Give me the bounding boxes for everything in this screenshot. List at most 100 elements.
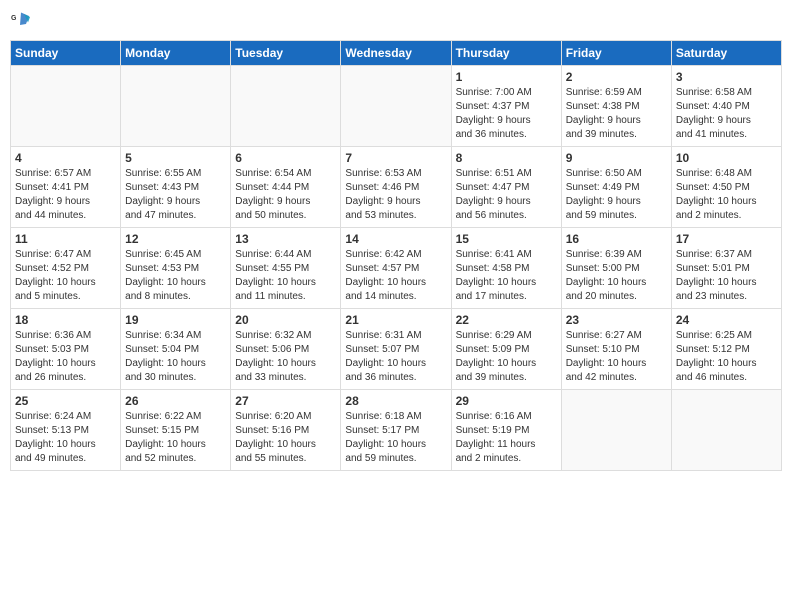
day-info: Sunrise: 6:20 AM Sunset: 5:16 PM Dayligh…	[235, 410, 336, 466]
day-info: Sunrise: 6:51 AM Sunset: 4:47 PM Dayligh…	[456, 167, 557, 223]
calendar-week-5: 25 Sunrise: 6:24 AM Sunset: 5:13 PM Dayli…	[11, 390, 782, 471]
day-number: 27	[235, 394, 336, 408]
day-number: 10	[676, 151, 777, 165]
calendar-cell: 5 Sunrise: 6:55 AM Sunset: 4:43 PM Daylig…	[121, 147, 231, 228]
calendar-cell: 16 Sunrise: 6:39 AM Sunset: 5:00 PM Dayli…	[561, 228, 671, 309]
calendar-cell: 24 Sunrise: 6:25 AM Sunset: 5:12 PM Dayli…	[671, 309, 781, 390]
calendar-cell: 18Sunrise: 6:36 AM Sunset: 5:03 PM Dayli…	[11, 309, 121, 390]
calendar-cell: 9 Sunrise: 6:50 AM Sunset: 4:49 PM Daylig…	[561, 147, 671, 228]
day-number: 15	[456, 232, 557, 246]
calendar-cell: 2Sunrise: 6:59 AM Sunset: 4:38 PM Daylig…	[561, 66, 671, 147]
day-number: 9	[566, 151, 667, 165]
day-header-monday: Monday	[121, 41, 231, 66]
calendar-week-1: 1 Sunrise: 7:00 AM Sunset: 4:37 PM Daylig…	[11, 66, 782, 147]
calendar-cell: 23 Sunrise: 6:27 AM Sunset: 5:10 PM Dayli…	[561, 309, 671, 390]
day-number: 18	[15, 313, 116, 327]
day-info: Sunrise: 6:55 AM Sunset: 4:43 PM Dayligh…	[125, 167, 226, 223]
calendar-cell: 7Sunrise: 6:53 AM Sunset: 4:46 PM Daylig…	[341, 147, 451, 228]
day-number: 26	[125, 394, 226, 408]
day-info: Sunrise: 6:31 AM Sunset: 5:07 PM Dayligh…	[345, 329, 446, 385]
day-info: Sunrise: 6:48 AM Sunset: 4:50 PM Dayligh…	[676, 167, 777, 223]
day-info: Sunrise: 6:25 AM Sunset: 5:12 PM Dayligh…	[676, 329, 777, 385]
day-number: 8	[456, 151, 557, 165]
day-info: Sunrise: 6:57 AM Sunset: 4:41 PM Dayligh…	[15, 167, 116, 223]
calendar-cell: 14Sunrise: 6:42 AM Sunset: 4:57 PM Dayli…	[341, 228, 451, 309]
day-number: 4	[15, 151, 116, 165]
calendar-cell: 28Sunrise: 6:18 AM Sunset: 5:17 PM Dayli…	[341, 390, 451, 471]
calendar-cell	[561, 390, 671, 471]
calendar-cell: 1 Sunrise: 7:00 AM Sunset: 4:37 PM Daylig…	[451, 66, 561, 147]
calendar-cell: 3 Sunrise: 6:58 AM Sunset: 4:40 PM Daylig…	[671, 66, 781, 147]
day-number: 17	[676, 232, 777, 246]
day-info: Sunrise: 6:22 AM Sunset: 5:15 PM Dayligh…	[125, 410, 226, 466]
day-number: 12	[125, 232, 226, 246]
calendar-cell: 22Sunrise: 6:29 AM Sunset: 5:09 PM Dayli…	[451, 309, 561, 390]
svg-text:G: G	[11, 15, 17, 22]
calendar-cell: 10 Sunrise: 6:48 AM Sunset: 4:50 PM Dayli…	[671, 147, 781, 228]
day-number: 1	[456, 70, 557, 84]
calendar-cell: 8 Sunrise: 6:51 AM Sunset: 4:47 PM Daylig…	[451, 147, 561, 228]
calendar-cell: 27 Sunrise: 6:20 AM Sunset: 5:16 PM Dayli…	[231, 390, 341, 471]
calendar-week-4: 18Sunrise: 6:36 AM Sunset: 5:03 PM Dayli…	[11, 309, 782, 390]
calendar-cell	[671, 390, 781, 471]
day-info: Sunrise: 6:54 AM Sunset: 4:44 PM Dayligh…	[235, 167, 336, 223]
calendar-cell: 29 Sunrise: 6:16 AM Sunset: 5:19 PM Dayli…	[451, 390, 561, 471]
calendar-cell	[121, 66, 231, 147]
day-number: 3	[676, 70, 777, 84]
day-info: Sunrise: 6:47 AM Sunset: 4:52 PM Dayligh…	[15, 248, 116, 304]
day-info: Sunrise: 6:59 AM Sunset: 4:38 PM Dayligh…	[566, 86, 667, 142]
day-info: Sunrise: 6:29 AM Sunset: 5:09 PM Dayligh…	[456, 329, 557, 385]
day-number: 19	[125, 313, 226, 327]
calendar-cell: 11 Sunrise: 6:47 AM Sunset: 4:52 PM Dayli…	[11, 228, 121, 309]
logo: G	[10, 10, 32, 30]
day-number: 5	[125, 151, 226, 165]
day-number: 11	[15, 232, 116, 246]
day-info: Sunrise: 6:50 AM Sunset: 4:49 PM Dayligh…	[566, 167, 667, 223]
day-info: Sunrise: 6:24 AM Sunset: 5:13 PM Dayligh…	[15, 410, 116, 466]
day-number: 24	[676, 313, 777, 327]
day-number: 20	[235, 313, 336, 327]
day-number: 29	[456, 394, 557, 408]
day-header-saturday: Saturday	[671, 41, 781, 66]
calendar-cell: 26 Sunrise: 6:22 AM Sunset: 5:15 PM Dayli…	[121, 390, 231, 471]
calendar-cell	[11, 66, 121, 147]
day-number: 23	[566, 313, 667, 327]
calendar-cell: 19Sunrise: 6:34 AM Sunset: 5:04 PM Dayli…	[121, 309, 231, 390]
calendar-cell	[341, 66, 451, 147]
logo-icon: G	[10, 10, 30, 30]
day-number: 21	[345, 313, 446, 327]
calendar-week-3: 11 Sunrise: 6:47 AM Sunset: 4:52 PM Dayli…	[11, 228, 782, 309]
calendar-cell: 20 Sunrise: 6:32 AM Sunset: 5:06 PM Dayli…	[231, 309, 341, 390]
day-info: Sunrise: 6:39 AM Sunset: 5:00 PM Dayligh…	[566, 248, 667, 304]
day-info: Sunrise: 6:58 AM Sunset: 4:40 PM Dayligh…	[676, 86, 777, 142]
calendar-table: SundayMondayTuesdayWednesdayThursdayFrid…	[10, 40, 782, 471]
day-number: 16	[566, 232, 667, 246]
calendar-cell: 12 Sunrise: 6:45 AM Sunset: 4:53 PM Dayli…	[121, 228, 231, 309]
calendar-cell: 25 Sunrise: 6:24 AM Sunset: 5:13 PM Dayli…	[11, 390, 121, 471]
day-header-tuesday: Tuesday	[231, 41, 341, 66]
calendar-cell: 15 Sunrise: 6:41 AM Sunset: 4:58 PM Dayli…	[451, 228, 561, 309]
day-number: 7	[345, 151, 446, 165]
day-info: Sunrise: 6:37 AM Sunset: 5:01 PM Dayligh…	[676, 248, 777, 304]
calendar-cell: 6 Sunrise: 6:54 AM Sunset: 4:44 PM Daylig…	[231, 147, 341, 228]
day-info: Sunrise: 6:16 AM Sunset: 5:19 PM Dayligh…	[456, 410, 557, 466]
day-info: Sunrise: 6:27 AM Sunset: 5:10 PM Dayligh…	[566, 329, 667, 385]
calendar-header-row: SundayMondayTuesdayWednesdayThursdayFrid…	[11, 41, 782, 66]
day-number: 25	[15, 394, 116, 408]
calendar-cell: 21 Sunrise: 6:31 AM Sunset: 5:07 PM Dayli…	[341, 309, 451, 390]
day-info: Sunrise: 6:18 AM Sunset: 5:17 PM Dayligh…	[345, 410, 446, 466]
day-info: Sunrise: 6:45 AM Sunset: 4:53 PM Dayligh…	[125, 248, 226, 304]
calendar-week-2: 4 Sunrise: 6:57 AM Sunset: 4:41 PM Daylig…	[11, 147, 782, 228]
day-header-friday: Friday	[561, 41, 671, 66]
day-info: Sunrise: 7:00 AM Sunset: 4:37 PM Dayligh…	[456, 86, 557, 142]
day-info: Sunrise: 6:44 AM Sunset: 4:55 PM Dayligh…	[235, 248, 336, 304]
day-number: 6	[235, 151, 336, 165]
day-header-thursday: Thursday	[451, 41, 561, 66]
calendar-cell: 4 Sunrise: 6:57 AM Sunset: 4:41 PM Daylig…	[11, 147, 121, 228]
day-header-sunday: Sunday	[11, 41, 121, 66]
day-info: Sunrise: 6:41 AM Sunset: 4:58 PM Dayligh…	[456, 248, 557, 304]
day-number: 13	[235, 232, 336, 246]
day-info: Sunrise: 6:42 AM Sunset: 4:57 PM Dayligh…	[345, 248, 446, 304]
day-info: Sunrise: 6:32 AM Sunset: 5:06 PM Dayligh…	[235, 329, 336, 385]
calendar-body: 1 Sunrise: 7:00 AM Sunset: 4:37 PM Daylig…	[11, 66, 782, 471]
